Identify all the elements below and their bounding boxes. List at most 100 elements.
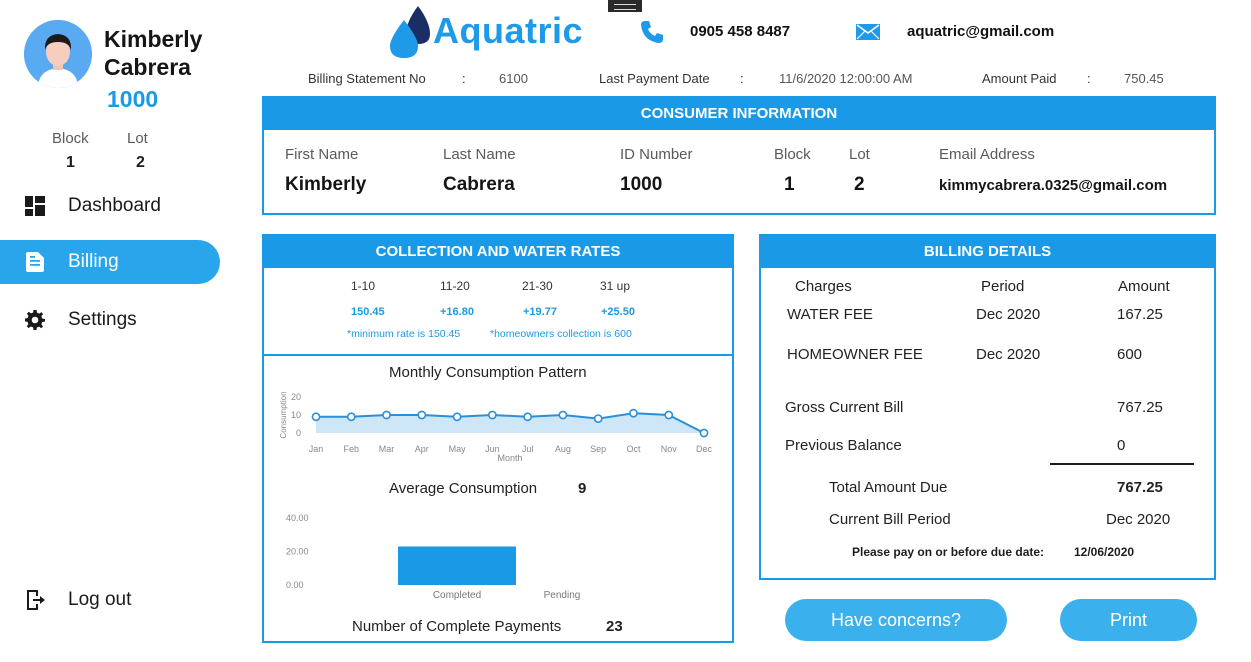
last-payment-sep: : xyxy=(740,71,744,86)
y-tick-label: 10 xyxy=(291,410,301,420)
complete-payments-value: 23 xyxy=(606,618,623,635)
x-tick-label: Oct xyxy=(626,444,641,454)
ci-first-label: First Name xyxy=(285,146,359,163)
total-divider xyxy=(1050,463,1194,465)
app-name: Aquatric xyxy=(433,10,584,51)
due-date-value: 12/06/2020 xyxy=(1074,545,1135,559)
gross-bill-value: 767.25 xyxy=(1117,399,1163,416)
x-tick-label: Dec xyxy=(696,444,713,454)
logout-icon xyxy=(24,589,46,611)
nav-dashboard-label: Dashboard xyxy=(68,195,161,216)
ci-email-label: Email Address xyxy=(939,146,1035,163)
monthly-consumption-chart: 01020ConsumptionJan Feb Mar Apr May Jun Jul Aug… xyxy=(279,391,713,463)
data-point xyxy=(699,428,709,438)
x-tick-label: Completed xyxy=(433,590,481,601)
payments-bar-chart: 0.00 20.00 40.00 Completed Pending xyxy=(286,513,581,601)
total-due-label: Total Amount Due xyxy=(829,479,948,496)
bd-row-amount: 167.25 xyxy=(1117,306,1163,323)
x-tick-label: Apr xyxy=(415,444,429,454)
gear-icon xyxy=(24,309,46,331)
ci-id-value: 1000 xyxy=(620,174,663,195)
avatar xyxy=(24,20,92,88)
window-handle[interactable] xyxy=(608,0,642,12)
rate-value: 150.45 xyxy=(351,306,385,318)
x-tick-label: Nov xyxy=(661,444,678,454)
nav-settings[interactable]: Settings xyxy=(0,298,220,342)
consumer-info-panel: CONSUMER INFORMATION xyxy=(262,96,1216,215)
lot-value: 2 xyxy=(136,154,145,171)
statement-no-sep: : xyxy=(462,71,466,86)
x-tick-label: May xyxy=(449,444,467,454)
bd-row-charge: WATER FEE xyxy=(787,306,873,323)
x-tick-label: Mar xyxy=(379,444,395,454)
y-tick-label: 40.00 xyxy=(286,513,309,523)
last-payment-label: Last Payment Date xyxy=(599,71,710,86)
billing-details-title: BILLING DETAILS xyxy=(761,236,1214,268)
statement-no-value: 6100 xyxy=(499,71,528,86)
y-tick-label: 20 xyxy=(291,392,301,402)
have-concerns-button[interactable]: Have concerns? xyxy=(785,599,1007,641)
y-axis-label: Consumption xyxy=(279,391,288,438)
ci-last-label: Last Name xyxy=(443,146,516,163)
nav-settings-label: Settings xyxy=(68,309,137,330)
data-point xyxy=(311,412,321,422)
user-first-name: Kimberly xyxy=(104,26,203,52)
x-axis-label: Month xyxy=(497,453,522,463)
previous-balance-label: Previous Balance xyxy=(785,437,902,454)
block-label: Block xyxy=(52,130,89,147)
bd-header-amount: Amount xyxy=(1118,278,1170,295)
block-value: 1 xyxy=(66,154,75,171)
data-point xyxy=(523,412,533,422)
rate-value: +16.80 xyxy=(440,306,474,318)
complete-payments-label: Number of Complete Payments xyxy=(352,618,562,635)
x-tick-label: Feb xyxy=(344,444,360,454)
y-tick-label: 0.00 xyxy=(286,580,304,590)
rates-title: COLLECTION AND WATER RATES xyxy=(264,236,732,268)
amount-paid-label: Amount Paid xyxy=(982,71,1057,86)
due-date-label: Please pay on or before due date: xyxy=(852,545,1045,559)
nav-dashboard[interactable]: Dashboard xyxy=(0,184,220,228)
monthly-chart-title: Monthly Consumption Pattern xyxy=(389,364,587,381)
rate-value: +25.50 xyxy=(601,306,635,318)
data-point xyxy=(382,410,391,420)
ci-id-label: ID Number xyxy=(620,146,693,163)
data-point xyxy=(487,410,497,420)
ci-block-label: Block xyxy=(774,146,811,163)
billing-icon xyxy=(24,251,46,273)
rate-range: 21-30 xyxy=(522,279,553,293)
rate-value: +19.77 xyxy=(523,306,557,318)
nav-billing[interactable]: Billing xyxy=(0,240,220,284)
statement-no-label: Billing Statement No xyxy=(308,71,426,86)
water-drop-logo-icon xyxy=(388,6,434,63)
ci-first-value: Kimberly xyxy=(285,174,367,195)
consumer-info-title: CONSUMER INFORMATION xyxy=(264,98,1214,130)
gross-bill-label: Gross Current Bill xyxy=(785,399,904,416)
bd-header-period: Period xyxy=(981,278,1025,295)
x-tick-label: Sep xyxy=(590,444,606,454)
average-consumption-label: Average Consumption xyxy=(389,480,538,497)
x-tick-label: Pending xyxy=(544,590,581,601)
mail-icon xyxy=(856,24,880,45)
ci-last-value: Cabrera xyxy=(443,174,515,195)
data-point xyxy=(664,410,674,420)
user-id: 1000 xyxy=(107,86,159,112)
ci-email-value: kimmycabrera.0325@gmail.com xyxy=(939,177,1168,194)
data-point xyxy=(558,410,568,420)
bd-row-charge: HOMEOWNER FEE xyxy=(787,346,923,363)
rate-note-homeowners: *homeowners collection is 600 xyxy=(490,328,632,340)
lot-label: Lot xyxy=(127,130,148,147)
logout-button[interactable]: Log out xyxy=(0,578,220,622)
phone-icon xyxy=(640,20,664,49)
y-tick-label: 0 xyxy=(296,428,301,438)
data-point xyxy=(417,410,427,420)
total-due-value: 767.25 xyxy=(1117,479,1163,496)
dashboard-icon xyxy=(24,195,46,217)
amount-paid-sep: : xyxy=(1087,71,1091,86)
bill-period-label: Current Bill Period xyxy=(829,511,951,528)
bar xyxy=(398,546,516,585)
header-phone: 0905 458 8487 xyxy=(690,23,791,40)
bd-header-charges: Charges xyxy=(795,278,852,295)
amount-paid-value: 750.45 xyxy=(1124,71,1164,86)
print-button[interactable]: Print xyxy=(1060,599,1197,641)
bd-row-period: Dec 2020 xyxy=(976,346,1041,363)
